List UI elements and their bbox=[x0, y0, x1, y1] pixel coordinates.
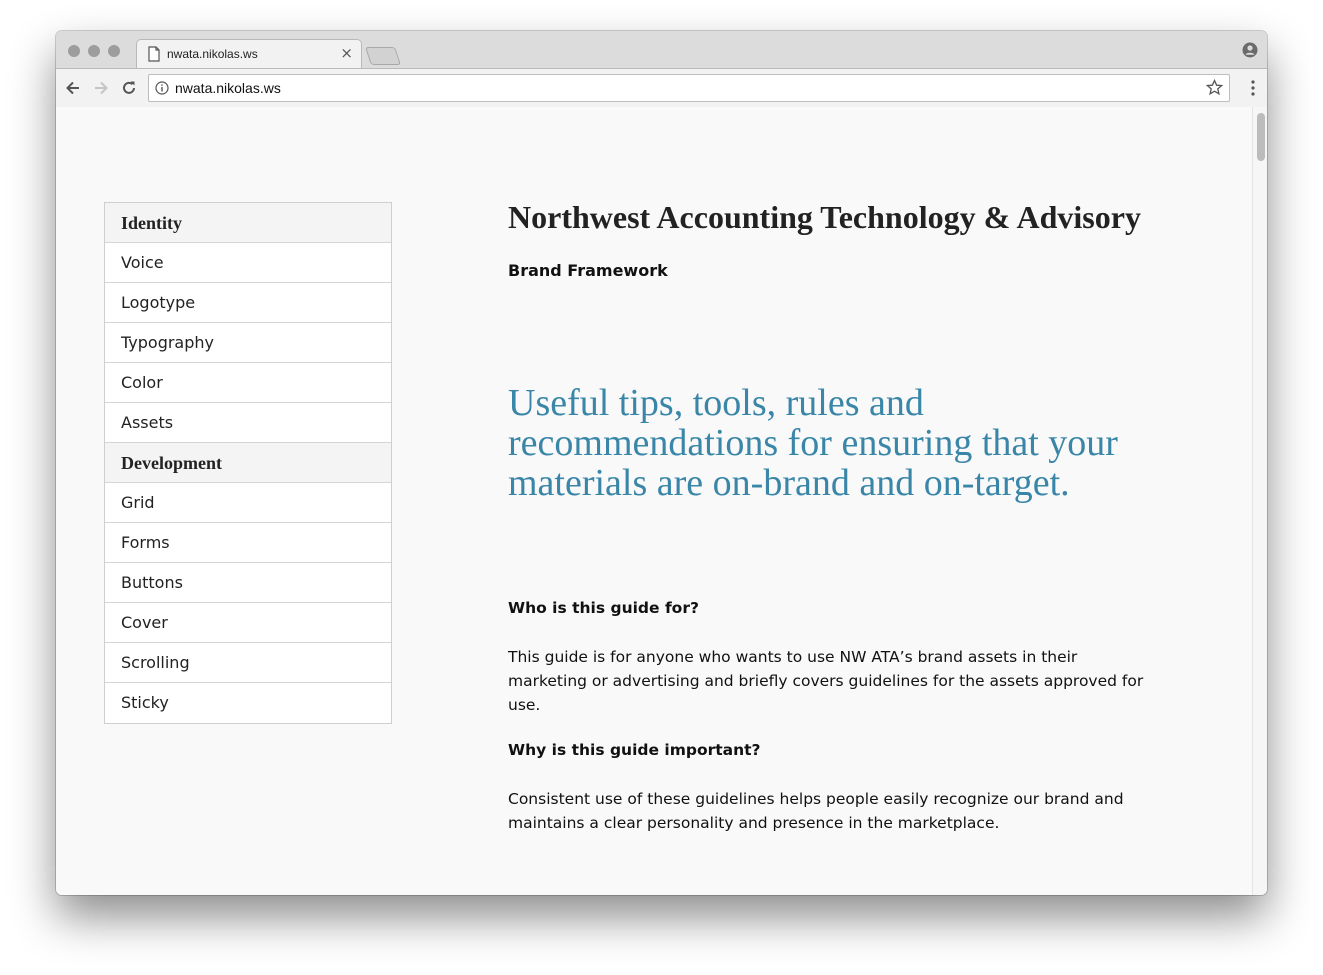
tagline: Useful tips, tools, rules and recommenda… bbox=[508, 382, 1118, 504]
sidebar-item-typography[interactable]: Typography bbox=[105, 323, 391, 363]
sidebar-item-voice[interactable]: Voice bbox=[105, 243, 391, 283]
scrollbar-thumb[interactable] bbox=[1257, 113, 1265, 161]
sidebar-item-grid[interactable]: Grid bbox=[105, 483, 391, 523]
sidebar-item-forms[interactable]: Forms bbox=[105, 523, 391, 563]
page-title: Northwest Accounting Technology & Adviso… bbox=[508, 199, 1141, 235]
menu-icon[interactable] bbox=[1251, 79, 1255, 97]
page-subtitle: Brand Framework bbox=[508, 261, 668, 280]
sidebar-heading-development[interactable]: Development bbox=[105, 443, 391, 483]
sidebar-item-scrolling[interactable]: Scrolling bbox=[105, 643, 391, 683]
sidebar-item-cover[interactable]: Cover bbox=[105, 603, 391, 643]
profile-icon[interactable] bbox=[1242, 42, 1258, 58]
sidebar-item-sticky[interactable]: Sticky bbox=[105, 683, 391, 723]
star-icon[interactable] bbox=[1206, 79, 1223, 96]
sidebar-nav: Identity Voice Logotype Typography Color… bbox=[104, 202, 392, 724]
browser-tab[interactable]: nwata.nikolas.ws × bbox=[136, 39, 362, 69]
sidebar-item-buttons[interactable]: Buttons bbox=[105, 563, 391, 603]
zoom-window-button[interactable] bbox=[108, 45, 120, 57]
sidebar-item-assets[interactable]: Assets bbox=[105, 403, 391, 443]
sidebar-item-color[interactable]: Color bbox=[105, 363, 391, 403]
paragraph-why: Consistent use of these guidelines helps… bbox=[508, 790, 1124, 832]
main-content: Northwest Accounting Technology & Adviso… bbox=[508, 197, 1148, 835]
browser-toolbar: nwata.nikolas.ws bbox=[56, 68, 1267, 108]
scrollbar[interactable] bbox=[1252, 107, 1267, 895]
sidebar-item-logotype[interactable]: Logotype bbox=[105, 283, 391, 323]
tab-title: nwata.nikolas.ws bbox=[167, 47, 258, 61]
section-heading-why: Why is this guide important? bbox=[508, 741, 761, 759]
paragraph-who: This guide is for anyone who wants to us… bbox=[508, 648, 1144, 714]
forward-arrow-icon[interactable] bbox=[92, 79, 110, 97]
minimize-window-button[interactable] bbox=[88, 45, 100, 57]
back-arrow-icon[interactable] bbox=[64, 79, 82, 97]
tab-bar: nwata.nikolas.ws × bbox=[56, 31, 1267, 69]
page-content: Identity Voice Logotype Typography Color… bbox=[56, 107, 1252, 895]
reload-icon[interactable] bbox=[120, 79, 138, 97]
new-tab-icon[interactable] bbox=[365, 47, 401, 65]
page-icon bbox=[148, 46, 160, 62]
browser-window: nwata.nikolas.ws × nwata.nikolas.ws Iden… bbox=[56, 31, 1267, 895]
info-icon[interactable] bbox=[155, 81, 169, 95]
close-window-button[interactable] bbox=[68, 45, 80, 57]
close-icon[interactable]: × bbox=[340, 45, 353, 61]
address-bar[interactable]: nwata.nikolas.ws bbox=[148, 74, 1230, 102]
url-text[interactable]: nwata.nikolas.ws bbox=[175, 80, 281, 96]
section-heading-who: Who is this guide for? bbox=[508, 599, 699, 617]
sidebar-heading-identity[interactable]: Identity bbox=[105, 203, 391, 243]
